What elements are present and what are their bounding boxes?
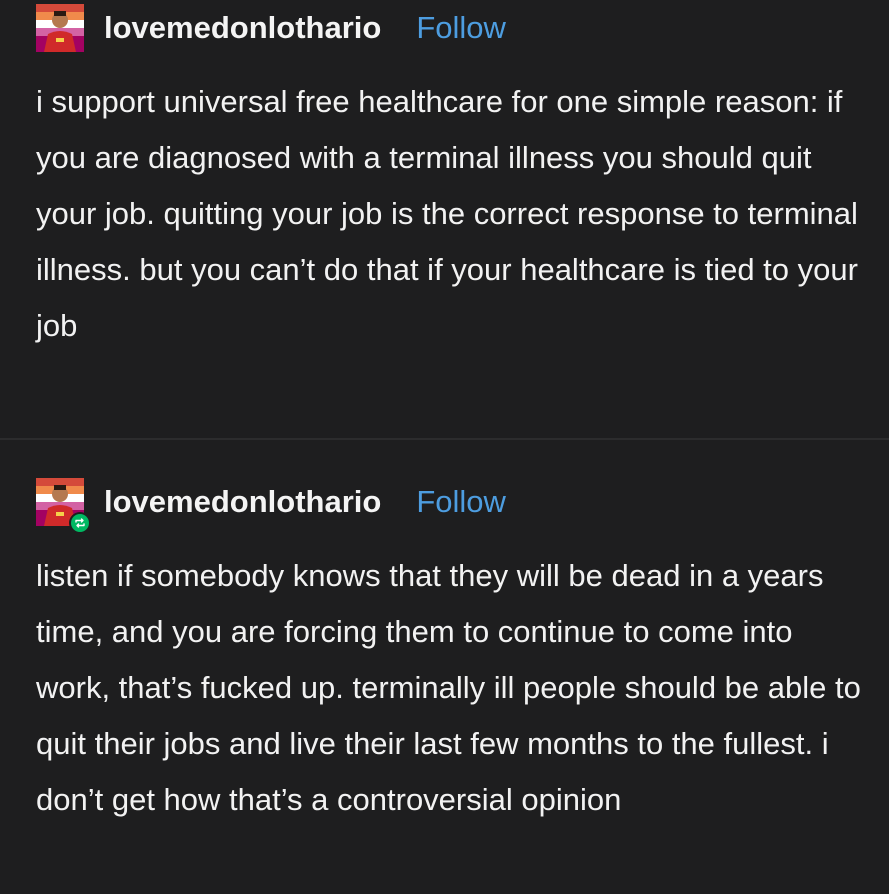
avatar[interactable] bbox=[36, 4, 84, 52]
avatar[interactable] bbox=[36, 478, 91, 534]
username[interactable]: lovemedonlothario bbox=[104, 10, 381, 46]
follow-button[interactable]: Follow bbox=[416, 484, 506, 520]
post-original: lovemedonlothario Follow i support unive… bbox=[0, 0, 889, 440]
post-reblog: lovemedonlothario Follow listen if someb… bbox=[0, 440, 889, 894]
reblog-badge bbox=[69, 512, 91, 534]
post-header: lovemedonlothario Follow bbox=[36, 2, 506, 54]
post-header: lovemedonlothario Follow bbox=[36, 476, 506, 534]
follow-button[interactable]: Follow bbox=[416, 10, 506, 46]
reblog-icon bbox=[75, 518, 85, 528]
post-body-text: listen if somebody knows that they will … bbox=[36, 558, 861, 817]
post-body-text: i support universal free healthcare for … bbox=[36, 84, 858, 343]
avatar-image-icon bbox=[36, 4, 84, 52]
username[interactable]: lovemedonlothario bbox=[104, 484, 381, 520]
